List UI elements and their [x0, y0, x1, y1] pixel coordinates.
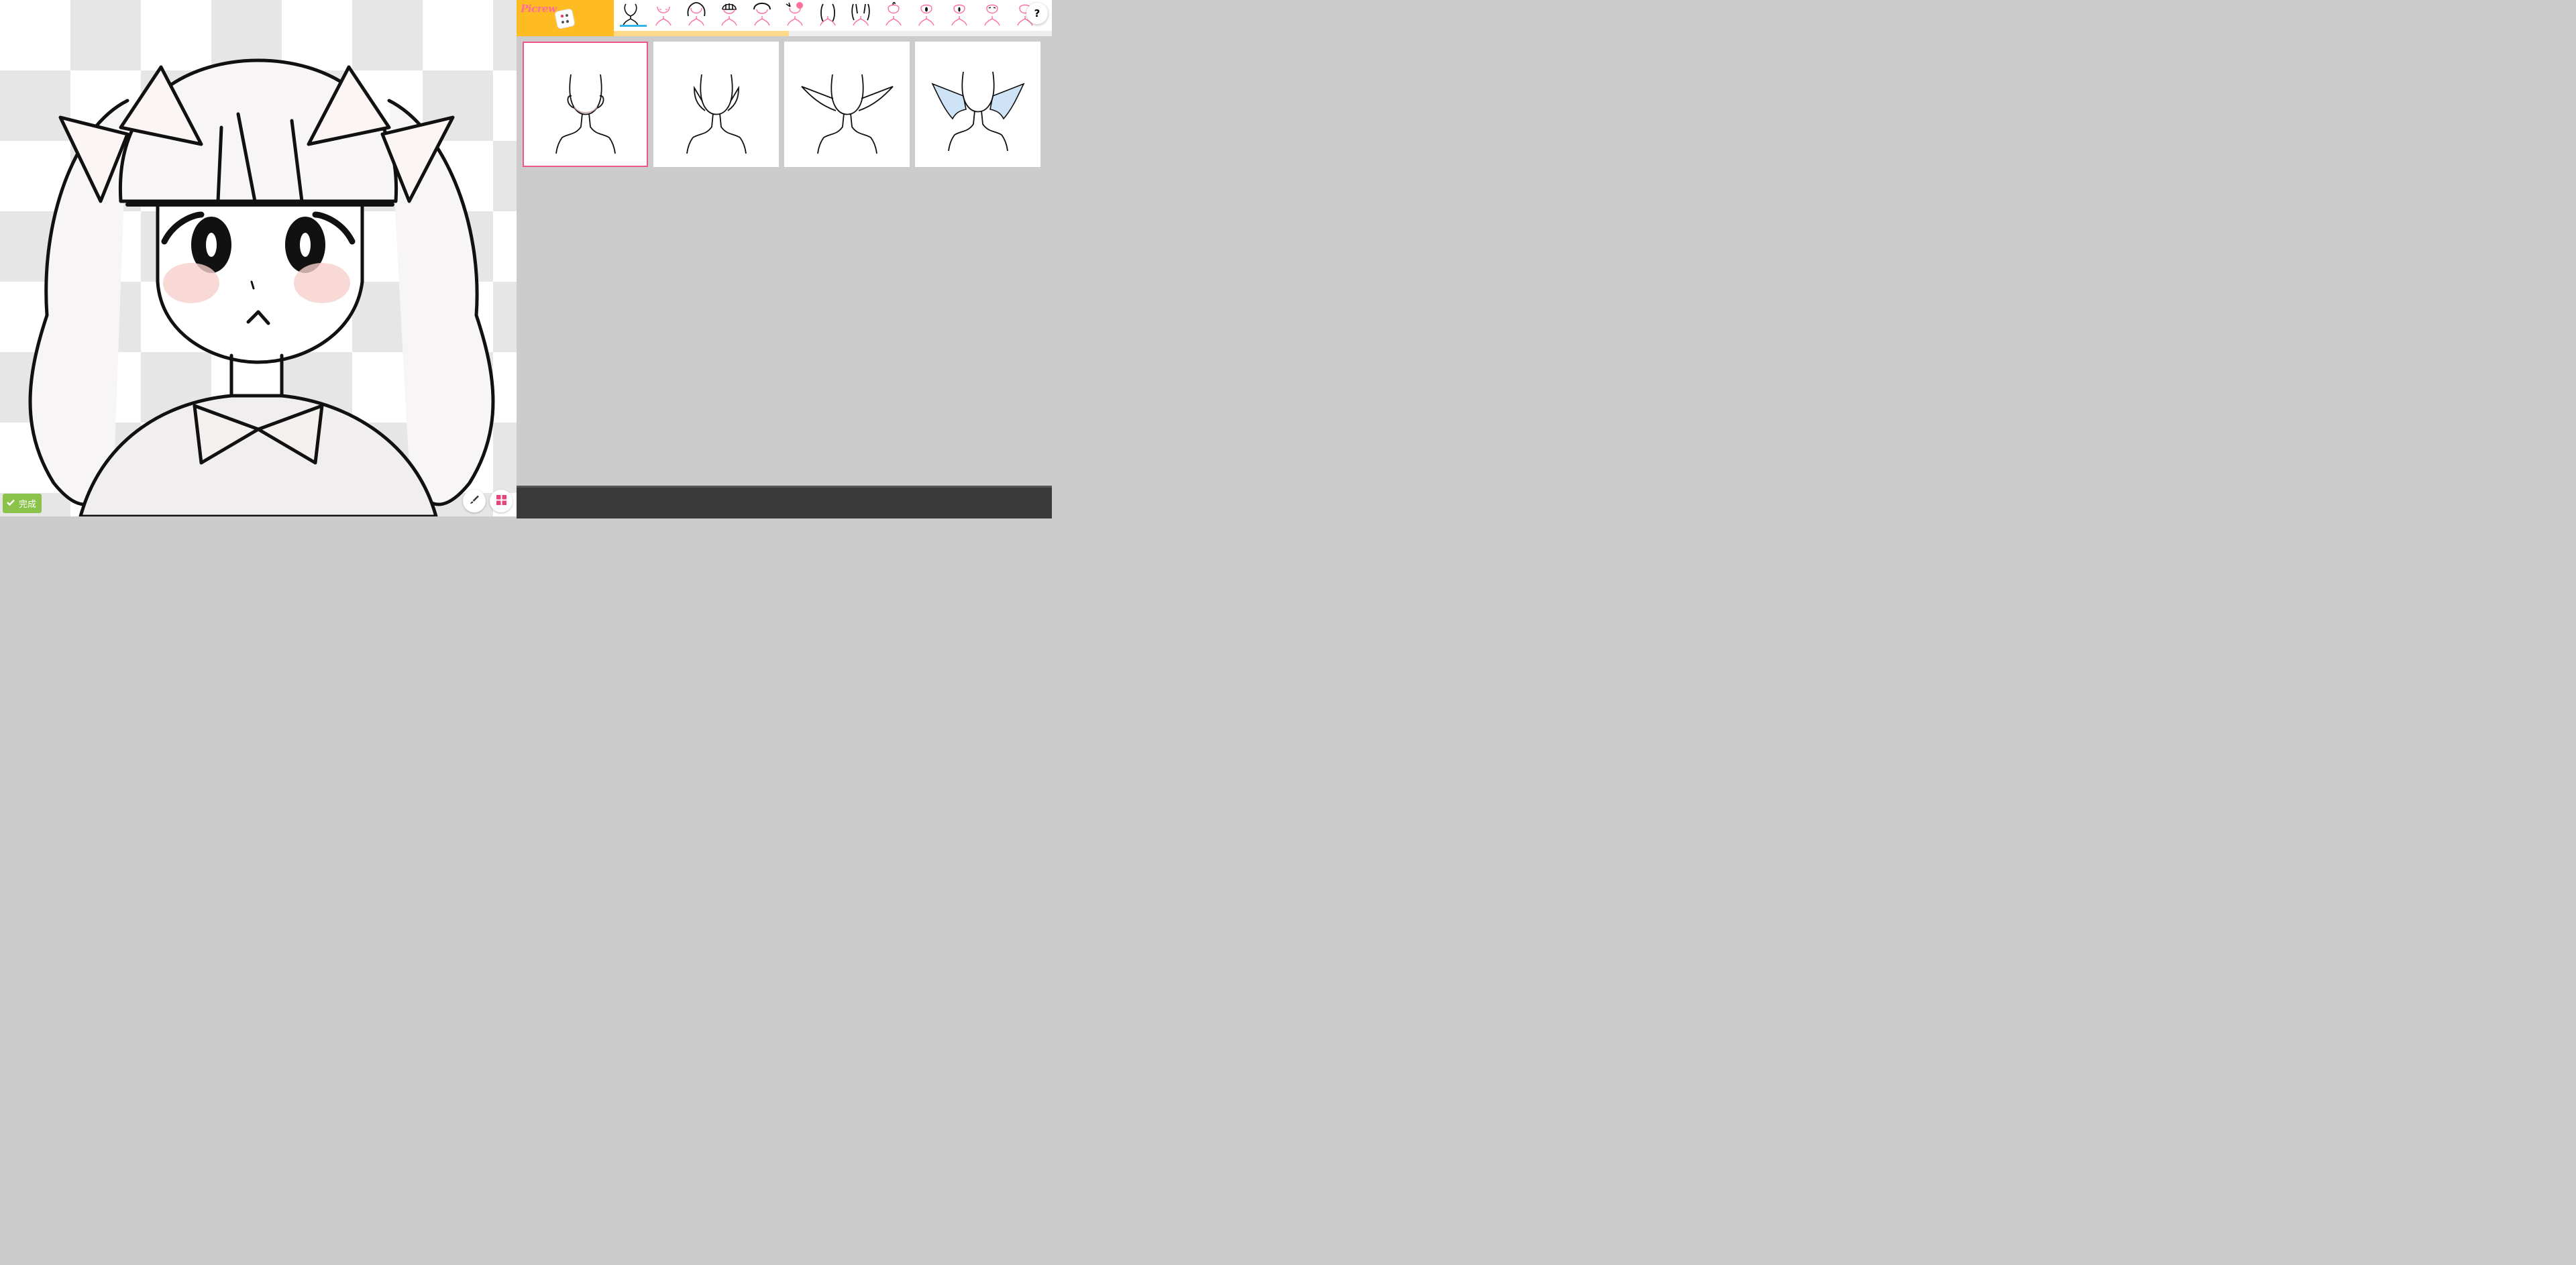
tab-eyebrows[interactable] [975, 0, 1008, 31]
option-grid [523, 42, 1040, 167]
eyes-icon [916, 1, 936, 30]
option-ear-elf-short[interactable] [653, 42, 779, 167]
side-ribbon-icon [785, 1, 805, 30]
blush-icon [653, 1, 674, 30]
headband-icon [752, 1, 772, 30]
tab-hair-accessory[interactable] [745, 0, 778, 31]
parts-mode-button[interactable] [490, 490, 513, 512]
paint-mode-button[interactable] [463, 490, 486, 512]
twintails-icon [851, 1, 871, 30]
elf-long-ear-thumbnail [800, 74, 894, 154]
check-icon [7, 498, 15, 509]
eyebrows-icon [982, 1, 1002, 30]
help-button[interactable]: ? [1026, 3, 1048, 24]
logo-area: Picrew [517, 0, 614, 36]
paintbrush-icon [469, 494, 480, 508]
tab-twintails[interactable] [844, 0, 877, 31]
hair-back-icon [686, 1, 706, 30]
sidelocks-icon [818, 1, 838, 30]
progress-bar [614, 31, 1052, 36]
character-illustration [28, 58, 495, 516]
human-ear-thumbnail [555, 74, 616, 154]
app-logo: Picrew [521, 3, 557, 15]
ahoge-icon [883, 1, 904, 30]
parts-panel: Picrew ? [517, 0, 1052, 518]
option-ear-human[interactable] [523, 42, 648, 167]
option-ear-bat-wings[interactable] [915, 42, 1040, 167]
option-ear-elf-long[interactable] [784, 42, 910, 167]
done-button-label: 完成 [19, 500, 37, 510]
face-outline-icon [621, 1, 641, 30]
character-preview-canvas: 完成 [0, 0, 517, 516]
footer-bar [517, 486, 1052, 518]
done-button[interactable]: 完成 [3, 494, 42, 513]
tab-eyes[interactable] [910, 0, 943, 31]
tab-eye-highlight[interactable] [943, 0, 975, 31]
tab-hair-side[interactable] [778, 0, 811, 31]
tab-face-shape[interactable] [614, 0, 647, 31]
tab-hair-front[interactable] [712, 0, 745, 31]
bangs-icon [719, 1, 739, 30]
grid-icon [496, 494, 506, 508]
progress-bar-fill [614, 31, 790, 36]
elf-short-ear-thumbnail [686, 74, 747, 154]
random-dice-icon[interactable] [554, 8, 576, 32]
tab-sidelocks[interactable] [811, 0, 844, 31]
bat-wing-ear-thumbnail [930, 71, 1025, 151]
tab-face-blush[interactable] [647, 0, 680, 31]
tab-ahoge[interactable] [877, 0, 910, 31]
eye-highlight-icon [949, 1, 969, 30]
category-tabs [614, 0, 1052, 31]
tab-hair-back[interactable] [680, 0, 712, 31]
